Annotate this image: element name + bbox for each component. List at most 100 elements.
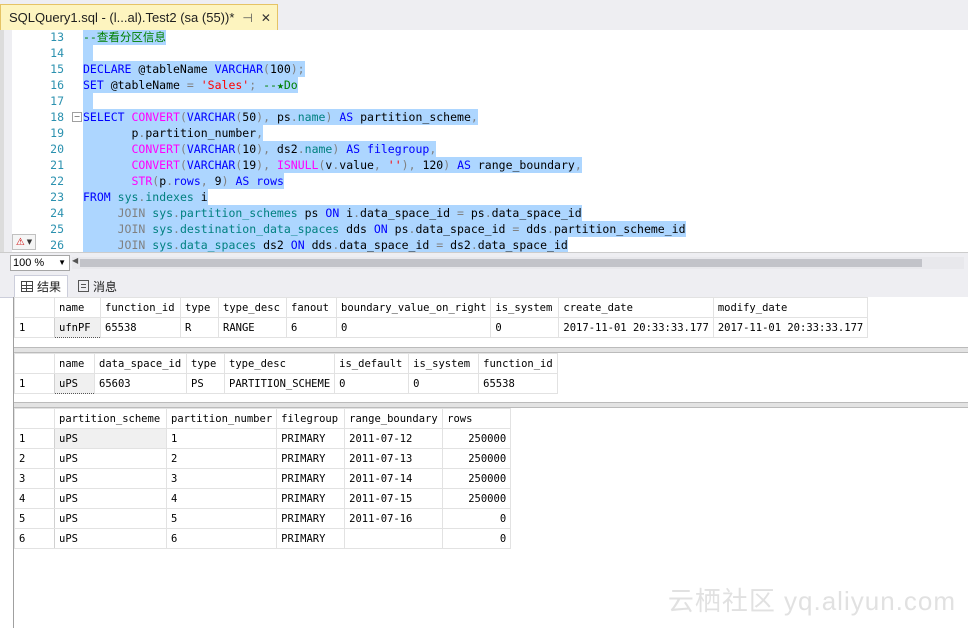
code-line[interactable]: 15 DECLARE @tableName VARCHAR(100); [0,61,968,77]
row-number[interactable]: 6 [14,528,55,549]
scrollbar-thumb[interactable] [80,259,922,267]
column-header[interactable]: boundary_value_on_right [335,297,492,318]
close-icon[interactable]: ✕ [261,11,271,25]
cell[interactable]: uPS [54,508,167,529]
cell[interactable]: 2017-11-01 20:33:33.177 [558,317,714,338]
cell[interactable]: ufnPF [54,317,101,338]
column-header[interactable]: data_space_id [94,353,187,374]
code-line[interactable]: 13 --查看分区信息 [0,30,968,45]
table-row[interactable]: 2 uPS 2 PRIMARY 2011-07-13 250000 [14,448,512,469]
row-number[interactable]: 3 [14,468,55,489]
code-line[interactable]: 18− SELECT CONVERT(VARCHAR(50), ps.name) … [0,109,968,125]
cell[interactable]: 4 [165,488,278,509]
row-number[interactable]: 1 [14,317,55,338]
cell[interactable]: 65603 [94,373,187,394]
cell[interactable]: 65538 [100,317,181,338]
cell[interactable]: PRIMARY [276,528,346,549]
code-line[interactable]: 20 CONVERT(VARCHAR(10), ds2.name) AS fil… [0,141,968,157]
column-header[interactable]: partition_scheme [54,408,167,429]
cell[interactable]: 0 [442,528,512,549]
data-grid[interactable]: name function_id type type_desc fanout bounda… [14,297,869,338]
row-number[interactable]: 2 [14,448,55,469]
cell[interactable]: 0 [490,317,560,338]
cell[interactable]: PARTITION_SCHEME [223,373,336,394]
cell[interactable]: 250000 [442,468,512,489]
pin-icon[interactable]: ⊣ [242,11,252,25]
column-header[interactable]: type_desc [218,297,287,318]
table-row[interactable]: 6 uPS 6 PRIMARY 0 [14,528,512,549]
cell[interactable]: 2011-07-16 [344,508,444,529]
column-header[interactable]: name [54,353,95,374]
cell[interactable]: 6 [286,317,337,338]
cell[interactable]: R [180,317,219,338]
data-grid[interactable]: name data_space_id type type_desc is_default… [14,353,558,394]
cell[interactable]: 250000 [442,488,512,509]
cell[interactable]: 0 [334,373,410,394]
cell[interactable]: 2011-07-12 [344,428,444,449]
grid-corner[interactable] [14,408,55,429]
table-row[interactable]: 1 uPS 1 PRIMARY 2011-07-12 250000 [14,428,512,449]
cell[interactable]: 6 [165,528,278,549]
table-row[interactable]: 5 uPS 5 PRIMARY 2011-07-16 0 [14,508,512,529]
column-header[interactable]: partition_number [165,408,278,429]
cell[interactable]: 2011-07-15 [344,488,444,509]
table-row[interactable]: 1 uPS 65603 PS PARTITION_SCHEME 0 0 65538 [14,373,558,394]
column-header[interactable]: is_system [490,297,560,318]
cell[interactable]: PRIMARY [276,448,346,469]
code-line[interactable]: 25 JOIN sys.destination_data_spaces dds … [0,221,968,237]
column-header[interactable]: name [54,297,101,318]
column-header[interactable]: rows [442,408,512,429]
code-line[interactable]: 14 [0,45,968,61]
cell[interactable]: uPS [54,448,167,469]
cell[interactable]: 2011-07-14 [344,468,444,489]
column-header[interactable]: is_system [408,353,480,374]
cell[interactable]: PRIMARY [276,488,346,509]
cell[interactable]: PRIMARY [276,468,346,489]
column-header[interactable]: range_boundary [344,408,444,429]
cell[interactable]: PRIMARY [276,428,346,449]
cell[interactable]: uPS [54,373,95,394]
column-header[interactable]: is_default [334,353,410,374]
table-row[interactable]: 4 uPS 4 PRIMARY 2011-07-15 250000 [14,488,512,509]
code-line[interactable]: 22 STR(p.rows, 9) AS rows [0,173,968,189]
cell[interactable]: PS [186,373,225,394]
code-line[interactable]: 16 SET @tableName = 'Sales'; --★Do [0,77,968,93]
row-number[interactable]: 5 [14,508,55,529]
code-line[interactable]: 19 p.partition_number, [0,125,968,141]
column-header[interactable]: type [180,297,219,318]
cell[interactable]: uPS [54,488,167,509]
document-tab[interactable]: SQLQuery1.sql - (l...al).Test2 (sa (55))… [0,4,278,30]
column-header[interactable]: modify_date [712,297,869,318]
code-line[interactable]: 23 FROM sys.indexes i [0,189,968,205]
cell[interactable]: RANGE [218,317,287,338]
table-row[interactable]: 3 uPS 3 PRIMARY 2011-07-14 250000 [14,468,512,489]
column-header[interactable]: function_id [100,297,181,318]
data-grid[interactable]: partition_scheme partition_number filegrou… [14,408,512,549]
cell[interactable]: PRIMARY [276,508,346,529]
cell[interactable]: 2 [165,448,278,469]
cell[interactable]: 5 [165,508,278,529]
cell[interactable]: uPS [54,428,167,449]
column-header[interactable]: function_id [478,353,558,374]
cell[interactable]: 1 [165,428,278,449]
cell[interactable]: 0 [408,373,480,394]
cell[interactable]: 3 [165,468,278,489]
column-header[interactable]: type [186,353,225,374]
code-line[interactable]: 21 CONVERT(VARCHAR(19), ISNULL(v.value, … [0,157,968,173]
cell[interactable]: 65538 [478,373,558,394]
scroll-left-icon[interactable]: ◀ [72,256,78,265]
zoom-select[interactable]: 100 % ▼ [10,255,70,271]
cell[interactable]: 2011-07-13 [344,448,444,469]
query-editor[interactable]: 13 --查看分区信息 14 15 DECLARE @tableName VARCHAR… [0,30,968,252]
grid-corner[interactable] [14,353,55,374]
cell[interactable]: 0 [442,508,512,529]
row-number[interactable]: 1 [14,373,55,394]
cell[interactable] [344,528,444,549]
cell[interactable]: 2017-11-01 20:33:33.177 [712,317,869,338]
table-row[interactable]: 1 ufnPF 65538 R RANGE 6 0 0 2017-11-01 20:33:33.… [14,317,869,338]
column-header[interactable]: type_desc [223,353,336,374]
grid-corner[interactable] [14,297,55,318]
code-line[interactable]: 26 JOIN sys.data_spaces ds2 ON dds.data_… [0,237,968,252]
code-line[interactable]: 24 JOIN sys.partition_schemes ps ON i.da… [0,205,968,221]
code-issues-button[interactable]: ⚠ ▼ [12,234,36,250]
